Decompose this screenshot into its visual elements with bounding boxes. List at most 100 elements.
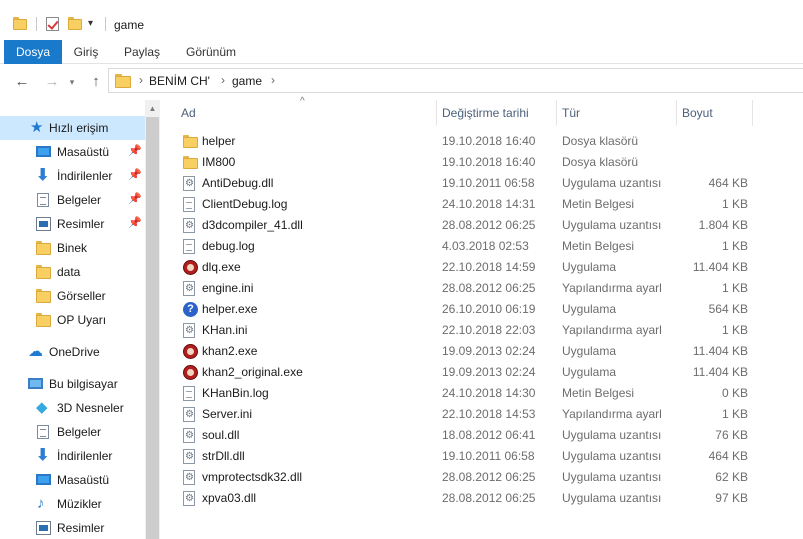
file-name: debug.log <box>202 239 255 253</box>
breadcrumb-chevron-icon[interactable]: › <box>139 73 143 87</box>
address-bar[interactable]: › BENİM CH' › game › <box>108 68 803 93</box>
file-modified-date: 19.10.2018 16:40 <box>442 134 536 148</box>
nav-item-pc-documents[interactable]: Belgeler <box>0 420 145 444</box>
settings-file-icon <box>183 428 195 443</box>
nav-item-documents[interactable]: Belgeler 📌 <box>0 188 145 212</box>
document-icon <box>37 425 49 439</box>
nav-item-op-uyari[interactable]: OP Uyarı <box>0 308 145 332</box>
file-name: khan2_original.exe <box>202 365 303 379</box>
file-row[interactable]: d3dcompiler_41.dll 28.08.2012 06:25 Uygula… <box>180 215 800 236</box>
file-row[interactable]: helper 19.10.2018 16:40 Dosya klasörü <box>180 131 800 152</box>
navigation-scrollbar[interactable]: ▲ <box>145 100 160 539</box>
folder-icon <box>36 313 51 327</box>
file-type: Yapılandırma ayarl <box>562 323 662 337</box>
file-row[interactable]: engine.ini 28.08.2012 06:25 Yapılandırma a… <box>180 278 800 299</box>
file-name: Server.ini <box>202 407 253 421</box>
column-divider[interactable] <box>436 100 437 126</box>
tab-paylas[interactable]: Paylaş <box>118 40 166 64</box>
nav-item-label: Resimler <box>57 217 105 231</box>
properties-check-icon[interactable] <box>46 17 59 31</box>
file-row[interactable]: Server.ini 22.10.2018 14:53 Yapılandırma a… <box>180 404 800 425</box>
file-size: 1 KB <box>721 197 748 211</box>
file-row[interactable]: KHan.ini 22.10.2018 22:03 Yapılandırma aya… <box>180 320 800 341</box>
nav-item-onedrive[interactable]: ☁ OneDrive <box>0 340 145 364</box>
nav-item-pc-desktop[interactable]: Masaüstü <box>0 468 145 492</box>
file-modified-date: 24.10.2018 14:31 <box>442 197 536 211</box>
breadcrumb-chevron-icon[interactable]: › <box>221 73 225 87</box>
nav-item-gorseller[interactable]: Görseller <box>0 284 145 308</box>
column-header-type[interactable]: Tür <box>562 100 580 126</box>
settings-file-icon <box>183 449 195 464</box>
nav-item-desktop[interactable]: Masaüstü 📌 <box>0 140 145 164</box>
file-row[interactable]: KHanBin.log 24.10.2018 14:30 Metin Belgesi… <box>180 383 800 404</box>
file-row[interactable]: khan2_original.exe 19.09.2013 02:24 Uygula… <box>180 362 800 383</box>
column-header-name[interactable]: Ad <box>181 100 196 126</box>
scroll-thumb[interactable] <box>146 117 159 539</box>
file-type: Uygulama <box>562 302 617 316</box>
settings-file-icon <box>183 323 195 338</box>
file-row[interactable]: dlq.exe 22.10.2018 14:59 Uygulama 11.404 KB <box>180 257 800 278</box>
file-row[interactable]: vmprotectsdk32.dll 28.08.2012 06:25 Uygula… <box>180 467 800 488</box>
column-header-size[interactable]: Boyut <box>682 100 713 126</box>
tab-dosya[interactable]: Dosya <box>4 40 62 64</box>
nav-item-label: İndirilenler <box>57 449 113 463</box>
nav-item-pc-pictures[interactable]: Resimler <box>0 516 145 539</box>
breadcrumb-game[interactable]: game <box>232 74 262 88</box>
column-divider[interactable] <box>676 100 677 126</box>
file-row[interactable]: strDll.dll 19.10.2011 06:58 Uygulama uzant… <box>180 446 800 467</box>
cube-icon: ◆ <box>36 399 48 416</box>
file-modified-date: 22.10.2018 14:59 <box>442 260 536 274</box>
file-size: 97 KB <box>715 491 748 505</box>
file-name: KHan.ini <box>202 323 248 337</box>
file-name: AntiDebug.dll <box>202 176 274 190</box>
file-row[interactable]: ClientDebug.log 24.10.2018 14:31 Metin Bel… <box>180 194 800 215</box>
column-divider[interactable] <box>752 100 753 126</box>
settings-file-icon <box>183 470 195 485</box>
star-icon: ★ <box>30 119 44 136</box>
file-row[interactable]: khan2.exe 19.09.2013 02:24 Uygulama 11.404 … <box>180 341 800 362</box>
file-type: Uygulama uzantısı <box>562 491 662 505</box>
file-row[interactable]: IM800 19.10.2018 16:40 Dosya klasörü <box>180 152 800 173</box>
nav-item-pc-downloads[interactable]: ⬇ İndirilenler <box>0 444 145 468</box>
scroll-up-arrow-icon[interactable]: ▲ <box>145 100 160 117</box>
nav-item-binek[interactable]: Binek <box>0 236 145 260</box>
breadcrumb-drive[interactable]: BENİM CH' <box>149 74 210 88</box>
nav-item-data[interactable]: data <box>0 260 145 284</box>
tab-gorunum[interactable]: Görünüm <box>180 40 242 64</box>
customize-dropdown-icon[interactable]: ▾ <box>88 18 93 29</box>
file-row[interactable]: xpva03.dll 28.08.2012 06:25 Uygulama uzant… <box>180 488 800 509</box>
file-name: IM800 <box>202 155 236 169</box>
column-divider[interactable] <box>556 100 557 126</box>
file-modified-date: 4.03.2018 02:53 <box>442 239 529 253</box>
file-type: Uygulama <box>562 344 617 358</box>
file-type: Uygulama uzantısı <box>562 176 662 190</box>
file-modified-date: 19.10.2018 16:40 <box>442 155 536 169</box>
nav-item-label: OP Uyarı <box>57 313 107 327</box>
file-name: dlq.exe <box>202 260 241 274</box>
file-type: Uygulama <box>562 365 617 379</box>
nav-item-3d-objects[interactable]: ◆ 3D Nesneler <box>0 396 145 420</box>
file-row[interactable]: ? helper.exe 26.10.2010 06:19 Uygulama 564 K… <box>180 299 800 320</box>
nav-item-label: 3D Nesneler <box>57 401 124 415</box>
nav-item-this-pc[interactable]: Bu bilgisayar <box>0 372 145 396</box>
nav-item-downloads[interactable]: ⬇ İndirilenler 📌 <box>0 164 145 188</box>
nav-item-label: Binek <box>57 241 88 255</box>
new-folder-icon[interactable] <box>68 17 82 30</box>
tab-giris[interactable]: Giriş <box>66 40 106 64</box>
nav-item-pictures[interactable]: Resimler 📌 <box>0 212 145 236</box>
forward-arrow-icon[interactable]: → <box>42 72 62 92</box>
recent-locations-chevron-icon[interactable]: ▾ <box>62 72 82 92</box>
breadcrumb-chevron-icon[interactable]: › <box>271 73 275 87</box>
pin-icon: 📌 <box>128 193 142 205</box>
file-row[interactable]: debug.log 4.03.2018 02:53 Metin Belgesi 1 K… <box>180 236 800 257</box>
file-row[interactable]: AntiDebug.dll 19.10.2011 06:58 Uygulama uz… <box>180 173 800 194</box>
nav-item-music[interactable]: ♪ Müzikler <box>0 492 145 516</box>
nav-item-quick-access[interactable]: ★ Hızlı erişim <box>0 116 145 140</box>
file-type: Uygulama <box>562 260 617 274</box>
folder-icon[interactable] <box>13 17 27 30</box>
back-arrow-icon[interactable]: ← <box>12 72 32 92</box>
nav-item-label: Masaüstü <box>57 145 110 159</box>
up-arrow-icon[interactable]: ↑ <box>86 72 106 92</box>
column-header-date[interactable]: Değiştirme tarihi <box>442 100 529 126</box>
file-row[interactable]: soul.dll 18.08.2012 06:41 Uygulama uzantıs… <box>180 425 800 446</box>
